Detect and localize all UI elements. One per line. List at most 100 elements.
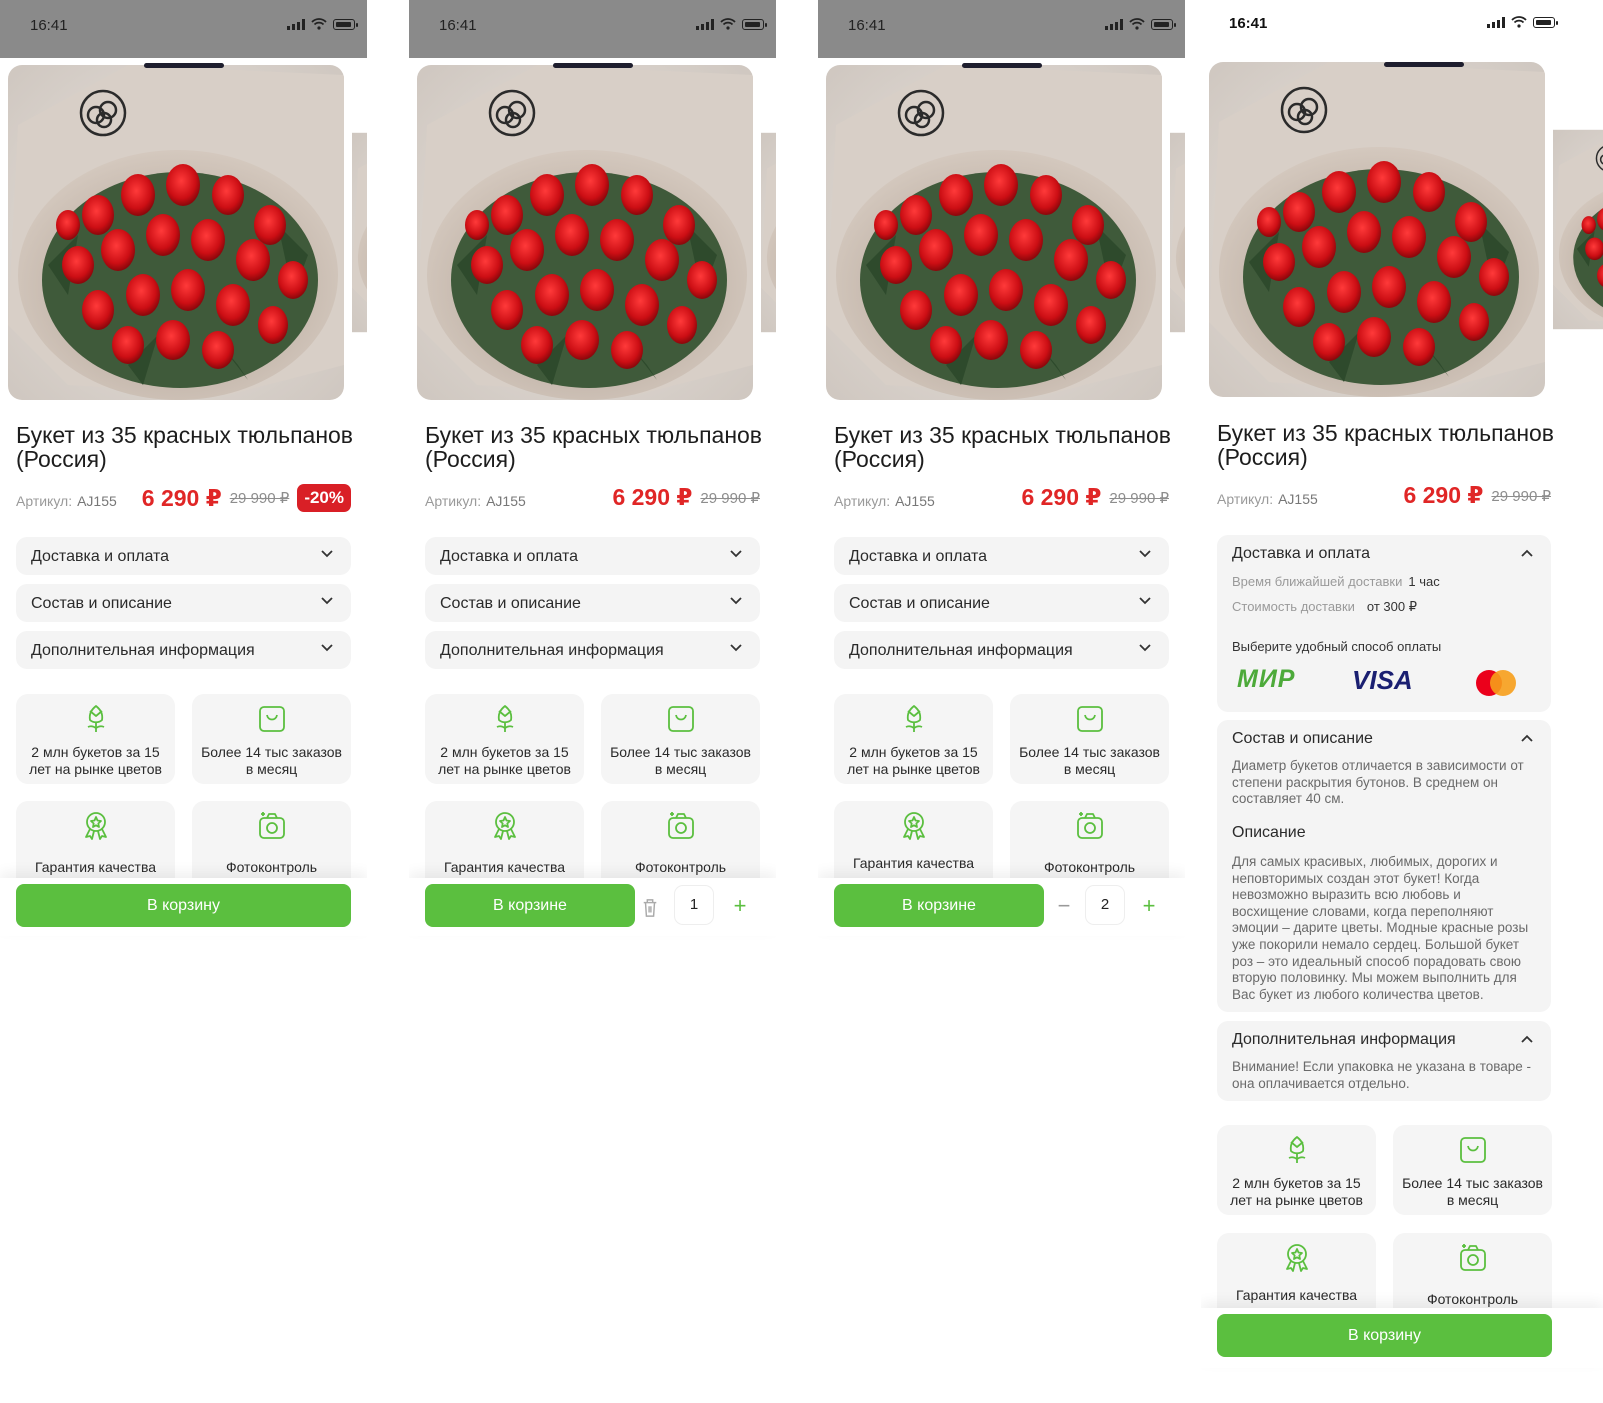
accordion-label[interactable]: Дополнительная информация	[1232, 1031, 1456, 1049]
feature-orders: Более 14 тыс заказов в месяц	[1010, 694, 1169, 784]
accordion-delivery[interactable]: Доставка и оплата	[834, 537, 1169, 575]
accordion-label: Доставка и оплата	[31, 548, 170, 565]
feature-text: Более 14 тыс заказов в месяц	[1019, 744, 1160, 777]
photo-gallery[interactable]	[826, 65, 1185, 400]
tulip-icon	[899, 702, 929, 734]
status-bar: 16:41	[0, 0, 367, 58]
product-photo[interactable]	[417, 65, 753, 400]
wifi-icon	[720, 18, 736, 30]
accordion-label[interactable]: Состав и описание	[1232, 730, 1373, 748]
delivery-cost: Стоимость доставки от 300 ₽	[1232, 599, 1417, 615]
battery-icon	[742, 19, 767, 30]
sheet-handle[interactable]	[1384, 62, 1464, 67]
current-price: 6 290 ₽	[1021, 484, 1102, 510]
photo-gallery[interactable]	[8, 65, 367, 400]
chevron-down-icon	[1139, 597, 1151, 605]
sku-value: AJ155	[486, 493, 526, 509]
accordion-composition[interactable]: Состав и описание	[834, 584, 1169, 622]
sheet-handle[interactable]	[143, 63, 224, 68]
quantity-value[interactable]: 1	[675, 886, 713, 924]
status-icons	[287, 18, 358, 30]
shopping-bag-icon	[1458, 1133, 1488, 1165]
wifi-icon	[311, 18, 327, 30]
feature-text: 2 млн букетов за 15 лет на рынке цветов	[29, 744, 162, 777]
bottom-bar: В корзину	[0, 878, 367, 936]
feature-orders: Более 14 тыс заказов в месяц	[601, 694, 760, 784]
accordion-label: Доставка и оплата	[849, 548, 988, 565]
add-to-cart-button[interactable]: В корзину	[1217, 1314, 1552, 1357]
minus-icon[interactable]: −	[1050, 892, 1078, 920]
chevron-up-icon[interactable]	[1521, 549, 1533, 557]
sku-value: AJ155	[77, 493, 117, 509]
status-bar: 16:41	[409, 0, 776, 58]
tulip-icon	[81, 702, 111, 734]
shopping-bag-icon	[1075, 702, 1105, 734]
feature-years: 2 млн букетов за 15 лет на рынке цветов	[834, 694, 993, 784]
trash-icon[interactable]	[641, 898, 659, 918]
status-icons	[696, 18, 767, 30]
accordion-label: Дополнительная информация	[31, 642, 255, 659]
chevron-down-icon	[321, 550, 333, 558]
in-cart-button[interactable]: В корзине	[425, 884, 635, 927]
status-time: 16:41	[439, 17, 477, 34]
sku-label: Артикул:	[834, 493, 891, 509]
delivery-time-label: Время ближайшей доставки	[1232, 574, 1403, 589]
camera-icon	[666, 809, 696, 841]
accordion-delivery[interactable]: Доставка и оплата	[16, 537, 351, 575]
accordion-composition[interactable]: Состав и описание	[425, 584, 760, 622]
add-to-cart-button[interactable]: В корзину	[16, 884, 351, 927]
camera-icon	[257, 809, 287, 841]
chevron-down-icon	[730, 550, 742, 558]
signal-icon	[696, 19, 714, 30]
battery-icon	[1533, 17, 1558, 28]
current-price: 6 290 ₽	[1403, 482, 1484, 508]
feature-text: Фотоконтроль	[1426, 1291, 1519, 1307]
photo-gallery[interactable]	[417, 65, 776, 400]
photo-gallery[interactable]	[1209, 62, 1603, 397]
camera-icon	[1458, 1241, 1488, 1273]
plus-icon[interactable]: +	[726, 892, 754, 920]
bottom-bar: В корзине 1 +	[409, 878, 776, 936]
feature-text: Более 14 тыс заказов в месяц	[201, 744, 342, 777]
plus-icon[interactable]: +	[1135, 892, 1163, 920]
chevron-up-icon[interactable]	[1521, 1035, 1533, 1043]
chevron-up-icon[interactable]	[1521, 734, 1533, 742]
next-photo-peek[interactable]	[761, 65, 776, 400]
accordion-label[interactable]: Доставка и оплата	[1232, 545, 1370, 563]
feature-text: Фотоконтроль	[1043, 859, 1136, 875]
sheet-handle[interactable]	[961, 63, 1042, 68]
product-sheet: Букет из 35 красных тюльпанов (Россия) А…	[1201, 52, 1603, 1403]
old-price: 29 990 ₽	[1109, 489, 1169, 507]
next-photo-peek[interactable]	[352, 65, 367, 400]
next-photo-peek[interactable]	[1170, 65, 1185, 400]
price-row: 6 290 ₽ 29 990 ₽ -20%	[142, 484, 351, 512]
accordion-extra-info-expanded: Дополнительная информация Внимание! Если…	[1217, 1021, 1551, 1101]
feature-text: 2 млн букетов за 15 лет на рынке цветов	[438, 744, 571, 777]
accordion-delivery[interactable]: Доставка и оплата	[425, 537, 760, 575]
status-bar: 16:41	[818, 0, 1185, 58]
price-row: 6 290 ₽ 29 990 ₽	[612, 484, 760, 511]
feature-text: Гарантия качества	[852, 855, 975, 871]
product-photo[interactable]	[8, 65, 344, 400]
accordion-extra-info[interactable]: Дополнительная информация	[16, 631, 351, 669]
bottom-bar: В корзину	[1201, 1308, 1603, 1368]
in-cart-button[interactable]: В корзине	[834, 884, 1044, 927]
sheet-handle[interactable]	[552, 63, 633, 68]
quantity-value[interactable]: 2	[1086, 886, 1124, 924]
accordion-extra-info[interactable]: Дополнительная информация	[834, 631, 1169, 669]
product-title: Букет из 35 красных тюльпанов (Россия)	[1217, 420, 1555, 470]
accordion-extra-info[interactable]: Дополнительная информация	[425, 631, 760, 669]
product-photo[interactable]	[1209, 62, 1545, 397]
feature-years: 2 млн букетов за 15 лет на рынке цветов	[425, 694, 584, 784]
delivery-cost-value: от 300 ₽	[1366, 599, 1417, 614]
feature-text: Гарантия качества	[443, 859, 566, 875]
price-row: 6 290 ₽ 29 990 ₽	[1021, 484, 1169, 511]
signal-icon	[1105, 19, 1123, 30]
accordion-label: Состав и описание	[31, 595, 172, 612]
mir-logo: МИР	[1237, 665, 1296, 693]
accordion-composition[interactable]: Состав и описание	[16, 584, 351, 622]
product-photo[interactable]	[826, 65, 1162, 400]
next-photo-peek[interactable]	[1553, 62, 1603, 397]
current-price: 6 290 ₽	[612, 484, 693, 510]
tulip-icon	[1282, 1133, 1312, 1165]
